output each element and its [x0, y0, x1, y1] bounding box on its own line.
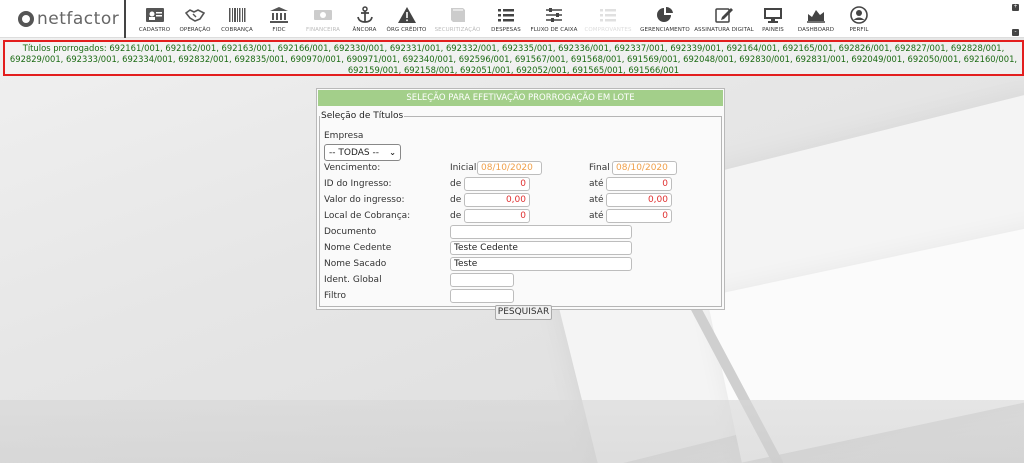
valor-ingresso-de-input[interactable] [464, 193, 530, 207]
nav-item-opera-o[interactable]: OPERAÇÃO [175, 0, 215, 38]
local-cobranca-de-input[interactable] [464, 209, 530, 223]
barcode-icon [226, 6, 248, 24]
book-icon [447, 6, 469, 24]
nav-item--ncora[interactable]: ÂNCORA [347, 0, 382, 38]
nav-item-label: ÂNCORA [352, 26, 377, 33]
nav-item-label: DASHBOARD [797, 26, 835, 33]
nome-cedente-input[interactable] [450, 241, 632, 255]
inicial-label: Inicial [450, 163, 477, 173]
nav-item-label: SECURITIZAÇÃO [434, 26, 481, 33]
nav-item-label: FINANCEIRA [305, 26, 341, 33]
main-menu: CADASTRO OPERAÇÃO COBRANÇA FIDC FINANCEIRA ÂN… [134, 0, 878, 38]
list-icon [597, 6, 619, 24]
nav-item-label: ÓRG CRÉDITO [386, 26, 427, 33]
nav-item-label: CADASTRO [138, 26, 171, 33]
selection-panel: SELEÇÃO PARA EFETIVAÇÃO PRORROGAÇÃO EM L… [316, 88, 725, 320]
nome-sacado-label: Nome Sacado [324, 259, 387, 269]
nav-item-assinatura-digital[interactable]: ASSINATURA DIGITAL [694, 0, 754, 38]
nav-item-label: PERFIL [849, 26, 869, 33]
collapse-icon[interactable]: - [1012, 29, 1019, 36]
nav-item-label: OPERAÇÃO [179, 26, 211, 33]
local-cobranca-ate-input[interactable] [606, 209, 672, 223]
alert-text: Títulos prorrogados: 692161/001, 692162/… [9, 43, 1018, 75]
vencimento-inicial-input[interactable] [477, 161, 542, 175]
nav-item-dashboard[interactable]: DASHBOARD [792, 0, 840, 38]
valor-ingresso-label: Valor do ingresso: [324, 195, 405, 205]
logo-mark-icon [18, 10, 34, 27]
empresa-select-value: -- TODAS -- [329, 147, 379, 158]
nav-item-financeira[interactable]: FINANCEIRA [299, 0, 347, 38]
edit-icon [713, 6, 735, 24]
pesquisar-button[interactable]: PESQUISAR [495, 305, 552, 320]
area-chart-icon [805, 6, 827, 24]
netfactor-logo[interactable]: netfactor [0, 0, 126, 38]
local-cobranca-label: Local de Cobrança: [324, 211, 411, 221]
sliders-icon [543, 6, 565, 24]
corner-controls: + - [1012, 4, 1020, 36]
nav-item-fidc[interactable]: FIDC [259, 0, 299, 38]
anchor-icon [354, 5, 376, 24]
nav-item-label: GERENCIAMENTO [640, 26, 690, 33]
nav-item-perfil[interactable]: PERFIL [840, 0, 878, 38]
filtro-input[interactable] [450, 289, 514, 303]
nav-item--rg-cr-dito[interactable]: ÓRG CRÉDITO [382, 0, 431, 38]
nav-item-comprovantes[interactable]: COMPROVANTES [580, 0, 636, 38]
documento-input[interactable] [450, 225, 632, 239]
nav-item-label: PAINEIS [762, 26, 784, 33]
nav-item-fluxo-de-caixa[interactable]: FLUXO DE CAIXA [528, 0, 580, 38]
documento-label: Documento [324, 227, 377, 237]
nav-item-label: DESPESAS [491, 26, 521, 33]
ident-global-input[interactable] [450, 273, 514, 287]
pie-chart-icon [654, 6, 676, 24]
top-navigation-bar: netfactor CADASTRO OPERAÇÃO COBRANÇA FIDC FI… [0, 0, 1024, 38]
titles-fieldset: Seleção de Títulos Empresa -- TODAS -- ⌄… [319, 111, 722, 320]
handshake-icon [184, 6, 206, 24]
id-ingresso-label: ID do Ingresso: [324, 179, 392, 189]
nav-item-cadastro[interactable]: CADASTRO [134, 0, 175, 38]
final-label: Final [589, 163, 610, 173]
id-ate-label: até [589, 179, 604, 189]
nav-item-label: FIDC [272, 26, 286, 33]
filtro-label: Filtro [324, 291, 347, 301]
valor-ingresso-ate-input[interactable] [606, 193, 672, 207]
id-card-icon [144, 6, 166, 24]
expand-icon[interactable]: + [1012, 4, 1019, 11]
nav-item-gerenciamento[interactable]: GERENCIAMENTO [636, 0, 694, 38]
monitor-icon [762, 6, 784, 24]
valor-de-label: de [450, 195, 462, 205]
id-de-label: de [450, 179, 462, 189]
nome-cedente-label: Nome Cedente [324, 243, 392, 253]
nav-item-label: COMPROVANTES [584, 26, 632, 33]
id-ingresso-de-input[interactable] [464, 177, 530, 191]
local-ate-label: até [589, 211, 604, 221]
valor-ate-label: até [589, 195, 604, 205]
nav-item-securitiza-o[interactable]: SECURITIZAÇÃO [431, 0, 484, 38]
nav-item-label: COBRANÇA [221, 26, 253, 33]
empresa-label: Empresa [324, 131, 364, 141]
bank-icon [268, 6, 290, 24]
nav-item-label: ASSINATURA DIGITAL [694, 26, 754, 33]
nome-sacado-input[interactable] [450, 257, 632, 271]
chevron-down-icon: ⌄ [389, 148, 396, 157]
list-icon [495, 6, 517, 24]
warning-icon [396, 6, 418, 24]
panel-title: SELEÇÃO PARA EFETIVAÇÃO PRORROGAÇÃO EM L… [318, 90, 723, 106]
prorrogation-alert: Títulos prorrogados: 692161/001, 692162/… [3, 40, 1024, 76]
vencimento-final-input[interactable] [612, 161, 677, 175]
nav-item-paineis[interactable]: PAINEIS [754, 0, 792, 38]
logo-text: netfactor [37, 8, 120, 29]
vencimento-label: Vencimento: [324, 163, 381, 173]
nav-item-cobran-a[interactable]: COBRANÇA [215, 0, 259, 38]
money-icon [312, 6, 334, 24]
nav-item-label: FLUXO DE CAIXA [530, 26, 578, 33]
ident-global-label: Ident. Global [324, 275, 382, 285]
id-ingresso-ate-input[interactable] [606, 177, 672, 191]
fieldset-legend: Seleção de Títulos [321, 111, 404, 121]
nav-item-despesas[interactable]: DESPESAS [484, 0, 528, 38]
user-icon [848, 5, 870, 24]
empresa-select[interactable]: -- TODAS -- ⌄ [324, 144, 401, 161]
local-de-label: de [450, 211, 462, 221]
